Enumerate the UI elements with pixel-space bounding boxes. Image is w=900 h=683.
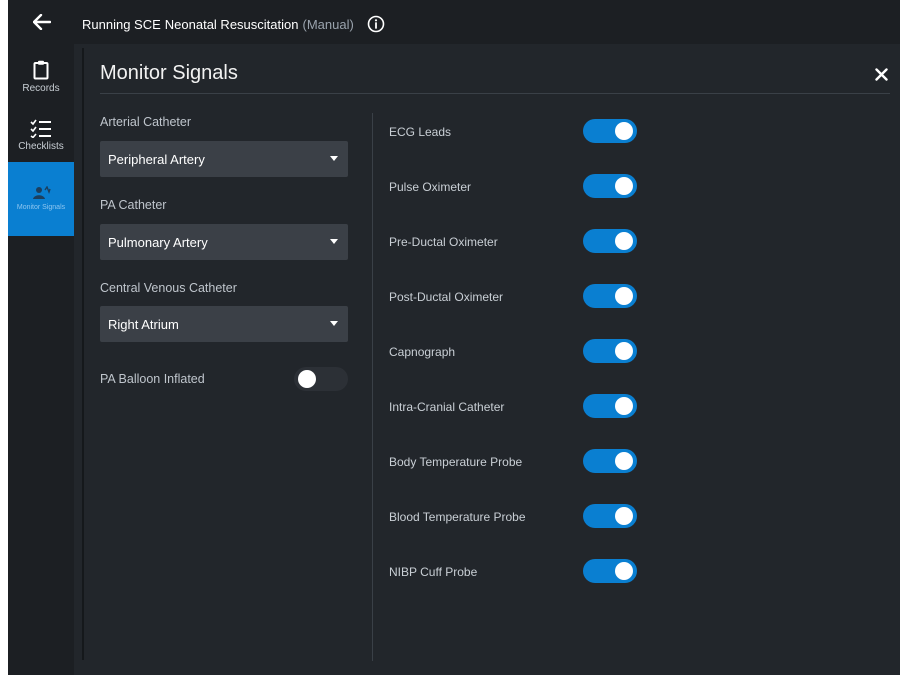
sidebar-item-label: Records — [22, 83, 60, 94]
sidebar-item-checklists[interactable]: Checklists — [8, 106, 74, 164]
sidebar: Records Checklists Monitor Signals — [8, 44, 74, 675]
signal-label: Pre-Ductal Oximeter — [389, 235, 498, 249]
toggle-knob — [615, 452, 633, 470]
sidebar-item-label: Monitor Signals — [16, 204, 66, 211]
toggle-knob — [298, 370, 316, 388]
column-divider — [372, 113, 373, 661]
checklist-icon — [30, 119, 51, 138]
signal-toggle[interactable] — [583, 119, 637, 143]
signal-label: Post-Ductal Oximeter — [389, 290, 504, 304]
back-button[interactable] — [28, 8, 56, 36]
pa-balloon-toggle[interactable] — [294, 367, 348, 391]
pa-balloon-label: PA Balloon Inflated — [100, 372, 205, 386]
chevron-down-icon — [330, 239, 338, 244]
toggle-knob — [615, 397, 633, 415]
sidebar-item-monitor-signals[interactable]: Monitor Signals — [8, 162, 74, 236]
signal-label: ECG Leads — [389, 125, 452, 139]
toggle-knob — [615, 232, 633, 250]
signal-toggle[interactable] — [583, 339, 637, 363]
info-icon — [367, 15, 385, 33]
signal-label: Capnograph — [389, 345, 456, 359]
info-button[interactable] — [366, 14, 386, 34]
signal-label: Body Temperature Probe — [389, 455, 523, 469]
signal-toggle[interactable] — [583, 284, 637, 308]
central-venous-catheter-select[interactable]: Right Atrium — [100, 306, 348, 342]
sidebar-item-records[interactable]: Records — [8, 48, 74, 106]
app-window: Running SCE Neonatal Resuscitation (Manu… — [8, 0, 900, 675]
top-bar: Running SCE Neonatal Resuscitation (Manu… — [8, 0, 900, 44]
arterial-catheter-label: Arterial Catheter — [100, 115, 192, 129]
run-mode: (Manual) — [302, 16, 354, 32]
signal-toggle[interactable] — [583, 504, 637, 528]
signal-toggle[interactable] — [583, 559, 637, 583]
clipboard-icon — [33, 60, 49, 80]
arterial-catheter-value: Peripheral Artery — [108, 151, 205, 167]
signal-toggle[interactable] — [583, 229, 637, 253]
back-arrow-icon — [33, 14, 51, 30]
panel-title: Monitor Signals — [100, 62, 238, 84]
toggle-knob — [615, 562, 633, 580]
scenario-name: Neonatal Resuscitation — [164, 16, 299, 32]
sidebar-divider — [82, 48, 84, 660]
bottom-margin — [0, 675, 900, 683]
signal-label: NIBP Cuff Probe — [389, 565, 478, 579]
signal-toggle[interactable] — [583, 394, 637, 418]
toggle-knob — [615, 122, 633, 140]
signal-label: Intra-Cranial Catheter — [389, 400, 505, 414]
pa-catheter-value: Pulmonary Artery — [108, 234, 208, 250]
scenario-title: Running SCE Neonatal Resuscitation (Manu… — [82, 14, 386, 34]
toggle-knob — [615, 287, 633, 305]
sidebar-item-label: Checklists — [18, 141, 64, 152]
toggle-knob — [615, 177, 633, 195]
monitor-signals-icon — [33, 186, 51, 199]
toggle-knob — [615, 342, 633, 360]
pa-catheter-label: PA Catheter — [100, 198, 167, 212]
central-venous-catheter-value: Right Atrium — [108, 316, 179, 332]
arterial-catheter-select[interactable]: Peripheral Artery — [100, 141, 348, 177]
chevron-down-icon — [330, 321, 338, 326]
run-status-label: Running SCE — [82, 16, 161, 32]
signal-label: Pulse Oximeter — [389, 180, 472, 194]
toggle-knob — [615, 507, 633, 525]
signal-toggle[interactable] — [583, 174, 637, 198]
pa-catheter-select[interactable]: Pulmonary Artery — [100, 224, 348, 260]
close-icon — [874, 67, 888, 81]
central-venous-catheter-label: Central Venous Catheter — [100, 281, 237, 295]
chevron-down-icon — [330, 156, 338, 161]
panel-title-divider — [100, 93, 890, 94]
close-button[interactable] — [870, 63, 892, 85]
signal-toggle[interactable] — [583, 449, 637, 473]
signal-label: Blood Temperature Probe — [389, 510, 526, 524]
